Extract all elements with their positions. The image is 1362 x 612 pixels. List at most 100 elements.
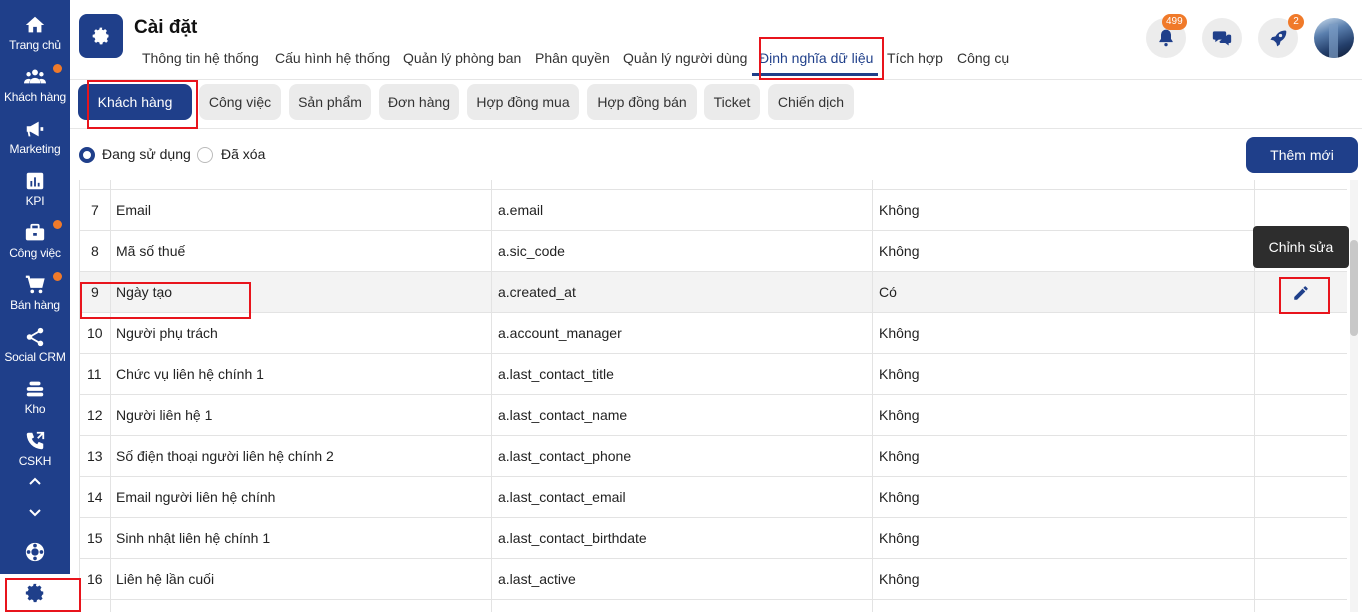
sidebar-item-home[interactable]: Trang chủ — [0, 8, 70, 60]
row-number: 13 — [87, 448, 103, 464]
sidebar-item-kpi[interactable]: KPI — [0, 164, 70, 216]
tab-system-config[interactable]: Cấu hình hệ thống — [275, 50, 390, 66]
table-column-divider — [79, 180, 80, 612]
table-top-border — [79, 180, 1347, 190]
radio-in-use-label: Đang sử dụng — [102, 146, 191, 162]
table-row[interactable]: 16 Liên hệ lần cuối a.last_active Không — [79, 559, 1347, 600]
tab-departments[interactable]: Quản lý phòng ban — [403, 50, 521, 66]
field-required: Không — [879, 571, 920, 587]
sidebar-item-social-crm[interactable]: Social CRM — [0, 320, 70, 372]
row-number: 15 — [87, 530, 103, 546]
subtab-purchase-contracts[interactable]: Hợp đồng mua — [467, 84, 579, 120]
sidebar-item-label: Marketing — [9, 142, 61, 156]
table-row[interactable]: 10 Người phụ trách a.account_manager Khô… — [79, 313, 1347, 354]
radio-deleted[interactable] — [197, 147, 213, 163]
table-column-divider — [872, 180, 873, 612]
settings-page: Trang chủ Khách hàng Marketing KPI Công … — [0, 0, 1362, 612]
radio-in-use[interactable] — [79, 147, 95, 163]
rocket-icon — [1270, 30, 1287, 47]
add-new-button[interactable]: Thêm mới — [1246, 137, 1358, 173]
field-name: Liên hệ lần cuối — [116, 571, 215, 587]
subtab-sales-contracts[interactable]: Hợp đồng bán — [587, 84, 697, 120]
tab-permissions[interactable]: Phân quyền — [535, 50, 610, 66]
table-row[interactable]: 8 Mã số thuế a.sic_code Không — [79, 231, 1347, 272]
table-row[interactable]: 7 Email a.email Không — [79, 190, 1347, 231]
subtab-products[interactable]: Sản phẩm — [289, 84, 371, 120]
lifebuoy-icon — [25, 542, 45, 562]
briefcase-icon — [25, 223, 45, 241]
row-number: 12 — [87, 407, 103, 423]
table-column-divider — [491, 180, 492, 612]
sidebar-item-label: Social CRM — [4, 350, 66, 364]
phone-icon — [26, 431, 45, 450]
top-header: Cài đặt Thông tin hệ thống Cấu hình hệ t… — [70, 0, 1362, 80]
subtab-orders[interactable]: Đơn hàng — [379, 84, 459, 120]
table-row[interactable]: 14 Email người liên hệ chính a.last_cont… — [79, 477, 1347, 518]
chat-icon — [1212, 31, 1232, 46]
subtab-customers[interactable]: Khách hàng — [78, 84, 192, 120]
field-name: Email người liên hệ chính — [116, 489, 276, 505]
notification-count-badge: 499 — [1162, 14, 1187, 30]
sidebar-item-warehouse[interactable]: Kho — [0, 372, 70, 424]
tab-user-management[interactable]: Quản lý người dùng — [623, 50, 747, 66]
bell-icon — [1159, 29, 1173, 47]
sidebar-item-label: CSKH — [18, 454, 52, 468]
field-required: Không — [879, 202, 920, 218]
sidebar-item-label: Bán hàng — [10, 298, 60, 312]
people-icon — [24, 69, 46, 84]
notification-dot — [53, 272, 62, 281]
subtab-ticket[interactable]: Ticket — [704, 84, 760, 120]
field-key: a.sic_code — [498, 243, 565, 259]
gear-icon — [25, 583, 44, 603]
field-required: Không — [879, 366, 920, 382]
scroll-up-button[interactable] — [0, 470, 70, 494]
table-row[interactable]: 12 Người liên hệ 1 a.last_contact_name K… — [79, 395, 1347, 436]
stack-icon — [26, 381, 44, 397]
edit-button[interactable] — [1290, 282, 1312, 304]
field-key: a.last_contact_title — [498, 366, 614, 382]
field-name: Ngày tạo — [116, 284, 173, 300]
row-number: 7 — [91, 202, 99, 218]
field-name: Mã số thuế — [116, 243, 186, 259]
field-required: Không — [879, 448, 920, 464]
table-row[interactable]: 15 Sinh nhật liên hệ chính 1 a.last_cont… — [79, 518, 1347, 559]
field-key: a.account_manager — [498, 325, 622, 341]
sidebar-item-customer-care[interactable]: CSKH — [0, 424, 70, 476]
megaphone-icon — [26, 121, 44, 137]
chevron-up-icon — [29, 477, 41, 485]
home-icon — [25, 16, 45, 33]
field-required: Có — [879, 284, 897, 300]
settings-nav-button[interactable] — [0, 574, 80, 612]
scroll-down-button[interactable] — [0, 500, 70, 524]
sidebar: Trang chủ Khách hàng Marketing KPI Công … — [0, 0, 80, 612]
chat-button[interactable] — [1202, 18, 1242, 58]
edit-tooltip: Chỉnh sửa — [1253, 226, 1349, 268]
radio-deleted-label: Đã xóa — [221, 146, 266, 162]
tab-data-definition[interactable]: Định nghĩa dữ liệu — [759, 50, 873, 66]
help-button[interactable] — [0, 541, 70, 569]
table-scrollbar-thumb[interactable] — [1350, 240, 1358, 336]
tab-system-info[interactable]: Thông tin hệ thống — [142, 50, 259, 66]
field-required: Không — [879, 530, 920, 546]
field-required: Không — [879, 489, 920, 505]
user-avatar[interactable] — [1314, 18, 1354, 58]
subtab-tasks[interactable]: Công việc — [199, 84, 281, 120]
sidebar-item-sales[interactable]: Bán hàng — [0, 268, 70, 320]
field-name: Số điện thoại người liên hệ chính 2 — [116, 448, 334, 464]
notification-dot — [53, 64, 62, 73]
row-number: 11 — [87, 366, 102, 382]
field-required: Không — [879, 325, 920, 341]
field-name: Người liên hệ 1 — [116, 407, 213, 423]
table-row[interactable]: 11 Chức vụ liên hệ chính 1 a.last_contac… — [79, 354, 1347, 395]
subtab-campaigns[interactable]: Chiến dịch — [768, 84, 854, 120]
sidebar-item-label: KPI — [25, 194, 45, 208]
table-row[interactable]: 13 Số điện thoại người liên hệ chính 2 a… — [79, 436, 1347, 477]
table-row-highlighted[interactable]: 9 Ngày tạo a.created_at Có — [79, 272, 1347, 313]
sidebar-item-customers[interactable]: Khách hàng — [0, 60, 70, 112]
field-key: a.email — [498, 202, 544, 218]
sidebar-item-tasks[interactable]: Công việc — [0, 216, 70, 268]
tab-tools[interactable]: Công cụ — [957, 50, 1009, 66]
sidebar-item-marketing[interactable]: Marketing — [0, 112, 70, 164]
tab-integration[interactable]: Tích hợp — [887, 50, 943, 66]
chevron-down-icon — [29, 509, 41, 517]
